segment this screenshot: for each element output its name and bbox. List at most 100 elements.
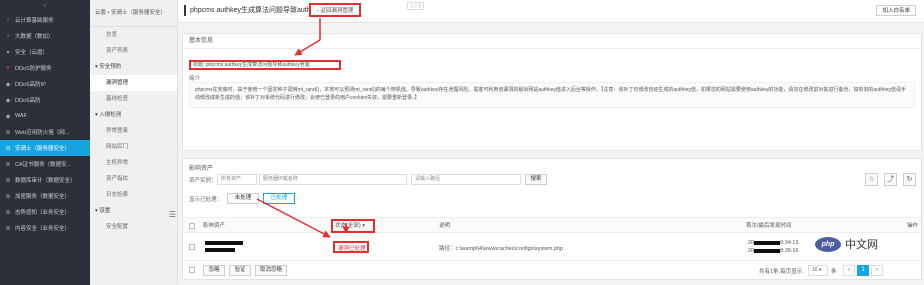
- sidebar-item-label: 云计算基础服务: [15, 18, 54, 24]
- sidebar-item-label: CA证书服务（数据安...: [15, 162, 72, 168]
- col-operation: 操作: [907, 223, 919, 229]
- sidebar-item-label: DDoS高防IP: [15, 82, 46, 88]
- content-icon: ⊕: [5, 225, 11, 232]
- tab-handled[interactable]: 已处理: [263, 193, 295, 204]
- submenu-item-webshell[interactable]: 网站后门: [90, 139, 177, 155]
- submenu-item-host-abnormal[interactable]: 主机异常: [90, 155, 177, 171]
- submenu-header: 云盾 • 安骑士（服务器安全）: [90, 0, 177, 27]
- submenu-item-log-search[interactable]: 日志检索: [90, 187, 177, 203]
- sidebar-item-anqishi[interactable]: ⊙ 安骑士（服务器安全）: [0, 140, 90, 156]
- submenu-item-assets[interactable]: 资产列表: [90, 43, 177, 59]
- vuln-path: 路径：c:\wamp64\www\caches\configs\system.p…: [439, 246, 564, 252]
- page-size-select[interactable]: 10 ▾: [808, 265, 828, 276]
- diamond-icon: ◆: [5, 97, 11, 104]
- search-button[interactable]: 搜索: [525, 174, 547, 185]
- paging-unit: 条: [831, 269, 837, 275]
- basic-info-panel: 基本信息 标题: phpcms authkey生成算法问题导致authkey泄露…: [182, 33, 922, 151]
- footer-checkbox[interactable]: [189, 267, 195, 273]
- path-search-input[interactable]: 请输入路径: [411, 174, 521, 185]
- asset-search-input[interactable]: 服务器IP或名称: [259, 174, 407, 185]
- ignore-button[interactable]: 忽略: [203, 265, 225, 276]
- sidebar-item-label: 数据库审计（数据安全）: [15, 178, 76, 184]
- menu-toggle-icon[interactable]: ≡: [0, 0, 90, 12]
- submenu-item-baseline[interactable]: 基线检查: [90, 91, 177, 107]
- paging-info: 共有1条,每页显示: [759, 269, 803, 275]
- row-checkbox[interactable]: [189, 244, 195, 250]
- sidebar-item-situation[interactable]: ⊕ 态势感知（业务安全）: [0, 204, 90, 220]
- certificate-icon: ⊕: [5, 161, 11, 168]
- sidebar-item-label: WAF: [15, 113, 28, 119]
- status-header-highlight: [331, 219, 375, 233]
- lock-icon: ⊕: [5, 193, 11, 200]
- sidebar-item-security[interactable]: ▾ 安全（云盾）: [0, 44, 90, 60]
- select-all-checkbox[interactable]: [189, 223, 195, 229]
- sidebar-item-content-security[interactable]: ⊕ 内容安全（业务安全）: [0, 220, 90, 236]
- submenu-group-prevention[interactable]: ▾ 安全预防: [90, 59, 177, 75]
- sidebar-item-ddos-service[interactable]: ● DDoS防护服务: [0, 60, 90, 76]
- chevron-right-icon: ›: [7, 33, 9, 39]
- verify-button[interactable]: 验证: [229, 265, 251, 276]
- sidebar-item-web-firewall[interactable]: ⊕ Web应用防火墙（网...: [0, 124, 90, 140]
- last-found-time: 20 8:35:16: [748, 248, 799, 254]
- submenu-item-abnormal-login[interactable]: 异常登录: [90, 123, 177, 139]
- intro-label: 简介: [189, 76, 201, 82]
- intro-text: phpcms在安装时，由于使用一个固定种子调用mt_rand()，本地可以预测m…: [189, 82, 915, 108]
- prev-page-button[interactable]: ‹: [843, 265, 855, 276]
- asset-filter-label: 资产实例：: [189, 178, 217, 184]
- page-header: phpcms authkey生成算法问题导致authkey泄露 ‹ 返回漏洞管理…: [178, 0, 924, 23]
- refresh-icon[interactable]: ↻: [903, 173, 916, 186]
- redacted-asset-ip: [205, 248, 235, 252]
- vuln-title-field: 标题: phpcms authkey生成算法问题导致authkey泄露: [189, 60, 341, 70]
- table-footer: 忽略 验证 取消忽略 共有1条,每页显示 10 ▾ 条 ‹ 1 ›: [183, 261, 921, 279]
- submenu-group-intrusion[interactable]: ▾ 入侵检测: [90, 107, 177, 123]
- status-cell-highlight: [333, 241, 369, 253]
- cancel-ignore-button[interactable]: 取消忽略: [255, 265, 287, 276]
- star-icon[interactable]: ☆: [865, 173, 878, 186]
- sidebar-item-ca-cert[interactable]: ⊕ CA证书服务（数据安...: [0, 156, 90, 172]
- status-filter-label: 显示已处理：: [189, 197, 223, 203]
- back-to-vuln-list-button[interactable]: ‹ 返回漏洞管理: [309, 3, 362, 17]
- table-row[interactable]: 漏洞已处理 路径：c:\wamp64\www\caches\configs\sy…: [183, 233, 921, 261]
- export-icon[interactable]: ⤴: [884, 173, 897, 186]
- sidebar-item-label: 安骑士（服务器安全）: [15, 146, 71, 152]
- server-shield-icon: ⊙: [5, 145, 11, 152]
- affected-assets-title: 影响资产: [189, 166, 214, 172]
- page-1-button[interactable]: 1: [857, 265, 869, 276]
- tab-unhandled[interactable]: 未处理: [227, 193, 259, 204]
- sidebar-item-label: 大数据（数加）: [15, 34, 54, 40]
- redacted-asset-name: [205, 241, 243, 245]
- submenu-group-settings[interactable]: ▾ 设置: [90, 203, 177, 219]
- sidebar-item-db-audit[interactable]: ⊕ 数据库审计（数据安全）: [0, 172, 90, 188]
- col-asset: 影响资产: [203, 223, 226, 229]
- chevron-right-icon: ›: [7, 17, 9, 23]
- sidebar-item-label: 加密服务（数据安全）: [15, 194, 71, 200]
- watermark-text: 中文网: [845, 239, 878, 251]
- basic-info-title: 基本信息: [183, 34, 921, 49]
- sidebar-item-cloud-basic[interactable]: › 云计算基础服务: [0, 12, 90, 28]
- diamond-icon: ◆: [5, 113, 11, 120]
- affected-assets-panel: 影响资产 资产实例： 所有资产 服务器IP或名称 请输入路径 搜索 ☆ ⤴ ↻ …: [182, 158, 922, 280]
- next-page-button[interactable]: ›: [871, 265, 883, 276]
- radar-icon: ⊕: [5, 209, 11, 216]
- collapse-menu-icon[interactable]: ☰: [169, 210, 176, 219]
- site-watermark: php 中文网: [812, 234, 912, 254]
- submenu-item-vuln-management[interactable]: 漏洞管理: [90, 75, 177, 91]
- asset-group-select[interactable]: 所有资产: [217, 174, 257, 185]
- chevron-down-icon: ▾: [6, 49, 10, 56]
- add-whitelist-button[interactable]: 加入白名单: [876, 5, 916, 16]
- sidebar-item-label: DDoS防护服务: [15, 66, 52, 72]
- sidebar-item-label: DDoS高防: [15, 98, 41, 104]
- table-header: 影响资产 状态(全部) ▾ 说明 首次/最后发现时间 操作: [183, 217, 921, 233]
- sidebar-item-label: Web应用防火墙（网...: [15, 130, 70, 136]
- col-time: 首次/最后发现时间: [746, 223, 792, 229]
- sidebar-item-ddos-high[interactable]: ◆ DDoS高防: [0, 92, 90, 108]
- main-sidebar: ≡ › 云计算基础服务 › 大数据（数加） ▾ 安全（云盾） ● DDoS防护服务 ◆ D…: [0, 0, 90, 285]
- submenu-item-overview[interactable]: 总览: [90, 27, 177, 43]
- submenu-item-security-config[interactable]: 安全配置: [90, 219, 177, 235]
- sidebar-item-bigdata[interactable]: › 大数据（数加）: [0, 28, 90, 44]
- home-mini-icon[interactable]: ( ⌂ ): [407, 2, 425, 10]
- submenu-item-fingerprint[interactable]: 资产指纹: [90, 171, 177, 187]
- sidebar-item-ddos-ip[interactable]: ◆ DDoS高防IP: [0, 76, 90, 92]
- sidebar-item-encryption[interactable]: ⊕ 加密服务（数据安全）: [0, 188, 90, 204]
- sidebar-item-waf[interactable]: ◆ WAF: [0, 108, 90, 124]
